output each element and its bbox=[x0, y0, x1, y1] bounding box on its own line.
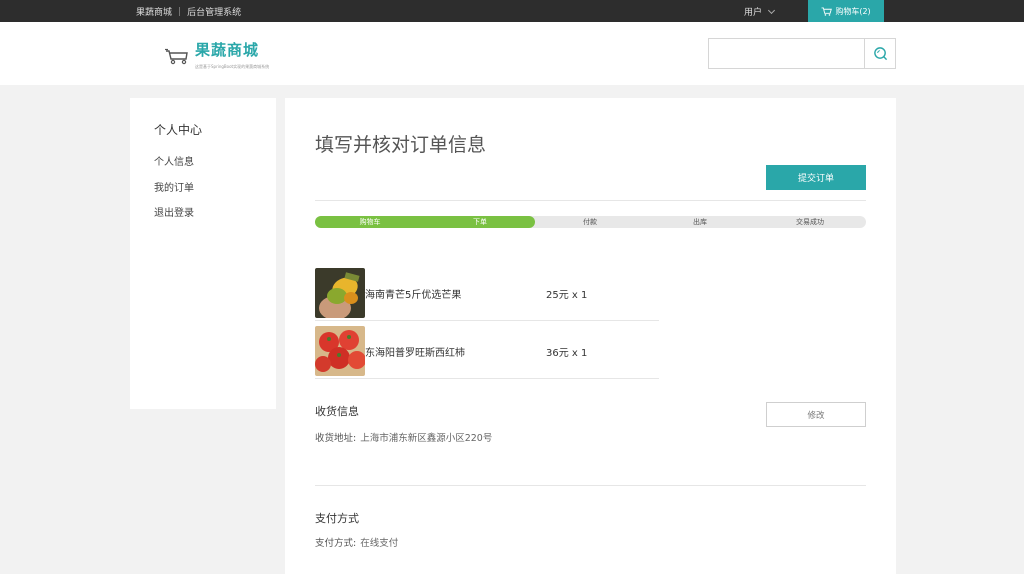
shipping-title: 收货信息 bbox=[315, 405, 359, 418]
site-header: 果蔬商城 这是基于SpringBoot实现的果蔬商城系统 bbox=[0, 22, 1024, 85]
payment-title: 支付方式 bbox=[315, 512, 359, 525]
logo[interactable]: 果蔬商城 这是基于SpringBoot实现的果蔬商城系统 bbox=[165, 39, 269, 70]
sidebar-item-profile[interactable]: 个人信息 bbox=[154, 153, 194, 168]
user-menu[interactable]: 用户 bbox=[744, 5, 776, 18]
product-price: 36元 x 1 bbox=[546, 348, 588, 359]
logo-text: 果蔬商城 这是基于SpringBoot实现的果蔬商城系统 bbox=[195, 39, 269, 70]
site-link[interactable]: 果蔬商城 bbox=[136, 5, 172, 18]
cart-label: 购物车(2) bbox=[835, 6, 871, 16]
payment-method-label: 支付方式: bbox=[315, 538, 357, 549]
logo-title: 果蔬商城 bbox=[195, 41, 260, 59]
top-bar: 果蔬商城 | 后台管理系统 用户 购物车(2) bbox=[0, 0, 1024, 22]
cart-logo-icon bbox=[165, 48, 188, 65]
progress-step-order: 下单 bbox=[473, 218, 487, 226]
sidebar-item-logout[interactable]: 退出登录 bbox=[154, 204, 194, 219]
product-price: 25元 x 1 bbox=[546, 290, 588, 301]
shipping-address-value: 上海市浦东新区鑫源小区220号 bbox=[360, 433, 493, 444]
product-image-tomato[interactable] bbox=[315, 326, 365, 376]
shipping-address: 收货地址: 上海市浦东新区鑫源小区220号 bbox=[315, 430, 492, 444]
submit-order-button[interactable]: 提交订单 bbox=[766, 165, 866, 190]
list-item: 海南青芒5斤优选芒果 25元 x 1 bbox=[315, 266, 659, 321]
progress-step-done: 交易成功 bbox=[796, 218, 824, 226]
logo-subtitle: 这是基于SpringBoot实现的果蔬商城系统 bbox=[195, 64, 270, 69]
progress-step-ship: 出库 bbox=[693, 218, 707, 226]
list-item: 东海阳普罗旺斯西红柿 36元 x 1 bbox=[315, 324, 659, 379]
search-icon bbox=[873, 47, 887, 61]
divider bbox=[315, 485, 866, 486]
edit-address-button[interactable]: 修改 bbox=[766, 402, 866, 427]
sidebar-item-orders[interactable]: 我的订单 bbox=[154, 179, 194, 194]
top-links: 果蔬商城 | 后台管理系统 bbox=[136, 5, 241, 19]
top-separator: | bbox=[178, 6, 182, 17]
sidebar: 个人中心 个人信息 我的订单 退出登录 bbox=[130, 98, 276, 409]
cart-icon bbox=[821, 6, 833, 16]
divider bbox=[315, 200, 866, 201]
admin-link[interactable]: 后台管理系统 bbox=[187, 5, 241, 18]
shipping-address-label: 收货地址: bbox=[315, 433, 357, 444]
order-panel: 填写并核对订单信息 提交订单 购物车 下单 付款 出库 交易成功 海南青芒5斤优… bbox=[285, 98, 896, 574]
sidebar-title: 个人中心 bbox=[154, 123, 203, 137]
payment-method: 支付方式: 在线支付 bbox=[315, 535, 398, 549]
page-title: 填写并核对订单信息 bbox=[315, 134, 487, 156]
progress-step-cart: 购物车 bbox=[359, 218, 381, 226]
product-name[interactable]: 东海阳普罗旺斯西红柿 bbox=[365, 344, 465, 359]
product-image-mango[interactable] bbox=[315, 268, 365, 318]
payment-method-value: 在线支付 bbox=[360, 538, 399, 549]
user-menu-label: 用户 bbox=[744, 8, 763, 18]
chevron-down-icon bbox=[767, 6, 776, 14]
progress-step-pay: 付款 bbox=[583, 218, 597, 226]
cart-button[interactable]: 购物车(2) bbox=[808, 0, 884, 22]
search-button[interactable] bbox=[864, 38, 896, 69]
search-input[interactable] bbox=[708, 38, 865, 69]
product-name[interactable]: 海南青芒5斤优选芒果 bbox=[365, 286, 461, 301]
order-progress: 购物车 下单 付款 出库 交易成功 bbox=[315, 216, 866, 228]
